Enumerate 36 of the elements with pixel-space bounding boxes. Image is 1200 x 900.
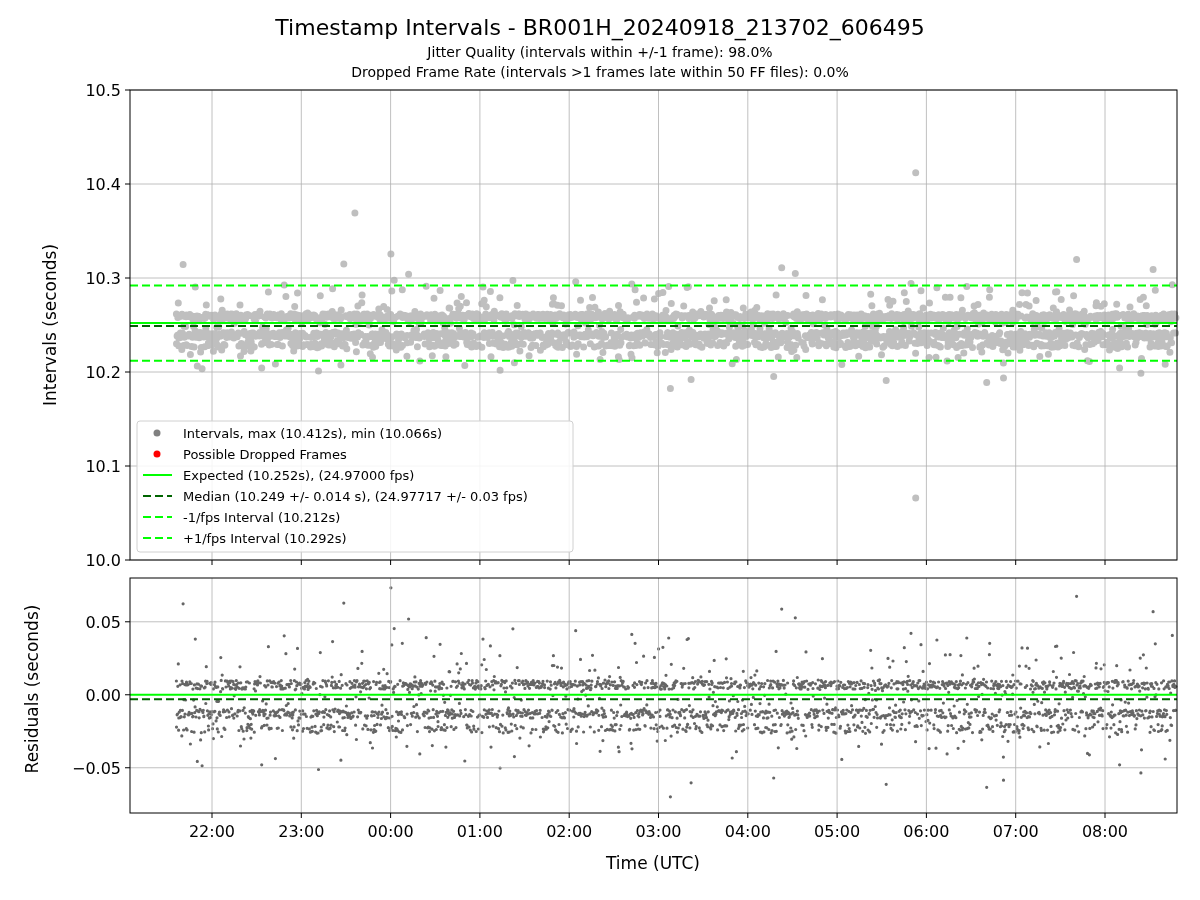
figure-subtitle: Jitter Quality (intervals within +/-1 frame): 98.0% <box>427 43 773 62</box>
y-tick-label: 10.1 <box>85 457 121 476</box>
x-axis-title: Time (UTC) <box>606 853 700 873</box>
x-tick-label: 03:00 <box>635 822 682 841</box>
y-tick-label: 0.05 <box>85 612 121 632</box>
legend-line-icon <box>142 495 173 497</box>
x-tick-label: 04:00 <box>724 822 771 841</box>
y-tick-label: −0.05 <box>71 758 121 778</box>
x-tick-label: 23:00 <box>278 822 325 841</box>
legend-label: +1/fps Interval (10.292s) <box>183 531 347 546</box>
x-tick-label: 05:00 <box>814 822 861 841</box>
y-tick-label: 10.3 <box>85 269 121 288</box>
legend-label: Possible Dropped Frames <box>183 447 347 462</box>
legend-label: Expected (10.252s), (24.97000 fps) <box>183 468 415 483</box>
x-tick-label: 08:00 <box>1081 822 1129 841</box>
y-tick-label: 10.5 <box>85 82 121 100</box>
x-tick-label: 02:00 <box>546 822 593 841</box>
y-axis-title: Residuals (seconds) <box>22 604 42 774</box>
x-tick-label: 22:00 <box>188 822 236 841</box>
x-tick-label: 06:00 <box>903 822 950 841</box>
figure-title: Timestamp Intervals - BR001H_20240918_213702_606495 <box>275 14 925 42</box>
y-axis-title: Intervals (seconds) <box>40 243 60 407</box>
y-tick-label: 10.2 <box>85 363 121 382</box>
legend-label: Median (10.249 +/- 0.014 s), (24.97717 +/- 0.03 fps) <box>183 489 528 504</box>
y-tick-label: 0.00 <box>85 685 121 705</box>
x-tick-label: 00:00 <box>367 822 414 841</box>
legend-line-icon <box>142 474 173 476</box>
legend-line-icon <box>142 516 173 518</box>
y-tick-label: 10.4 <box>85 175 121 194</box>
y-tick-label: 10.0 <box>85 551 121 570</box>
x-tick-label: 07:00 <box>992 822 1039 841</box>
legend-label: Intervals, max (10.412s), min (10.066s) <box>183 426 442 441</box>
x-tick-label: 01:00 <box>456 822 503 841</box>
legend-line-icon <box>142 537 173 539</box>
legend-label: -1/fps Interval (10.212s) <box>183 510 341 525</box>
figure-subtitle: Dropped Frame Rate (intervals >1 frames late within 50 FF files): 0.0% <box>351 63 849 82</box>
